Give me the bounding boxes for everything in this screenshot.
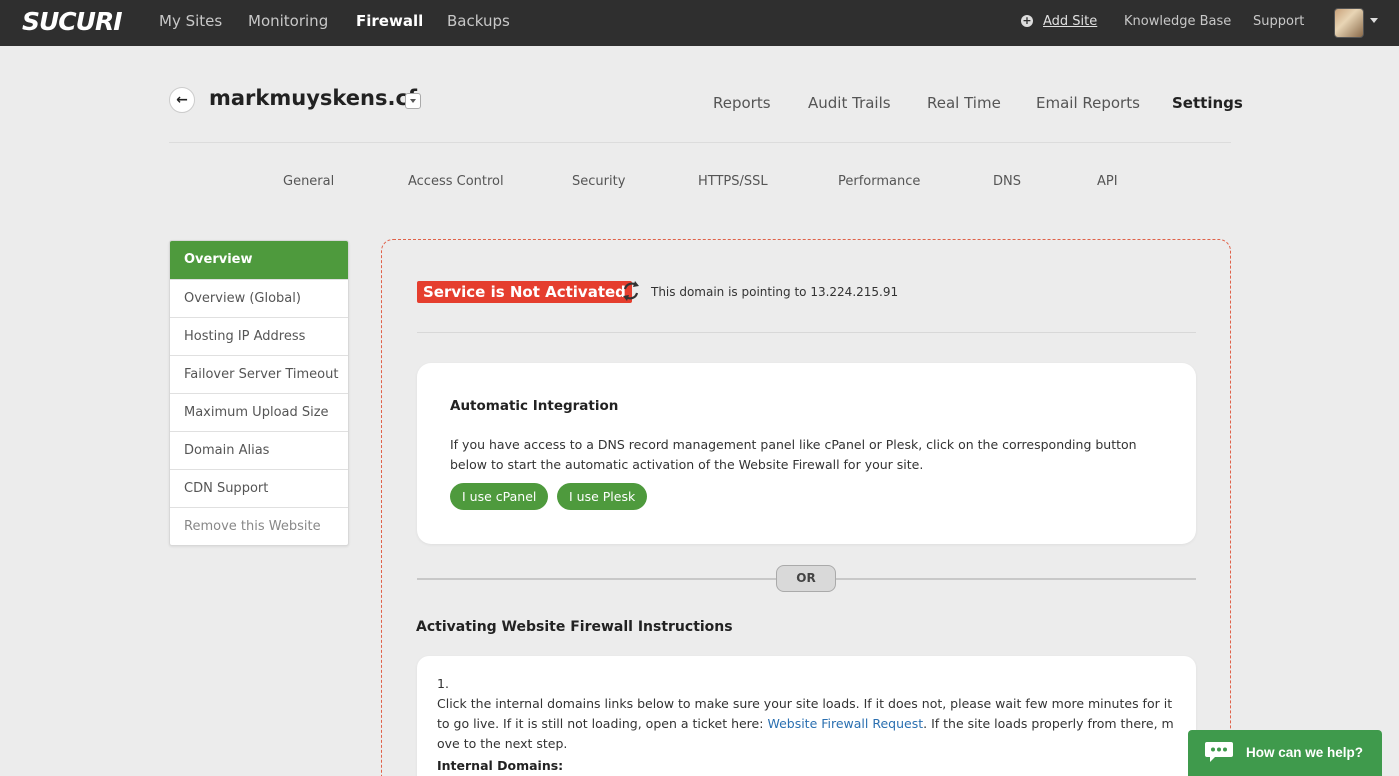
refresh-icon[interactable]: [620, 280, 642, 302]
site-nav-audit-trails[interactable]: Audit Trails: [808, 94, 891, 112]
tab-security[interactable]: Security: [572, 174, 625, 189]
chat-widget-button[interactable]: How can we help?: [1188, 730, 1382, 776]
support-link[interactable]: Support: [1253, 14, 1304, 29]
sucuri-logo[interactable]: SUCURI: [22, 7, 123, 36]
tab-https-ssl[interactable]: HTTPS/SSL: [698, 174, 768, 189]
site-title: markmuyskens.cf: [209, 86, 418, 110]
caret-down-icon[interactable]: [1370, 18, 1378, 23]
sidebar-item-hosting-ip-address[interactable]: Hosting IP Address: [170, 317, 348, 355]
site-nav-settings[interactable]: Settings: [1172, 94, 1243, 112]
sidebar-item-maximum-upload-size[interactable]: Maximum Upload Size: [170, 393, 348, 431]
internal-domains-label: Internal Domains:: [437, 758, 564, 773]
chat-label: How can we help?: [1246, 745, 1364, 760]
site-nav-reports[interactable]: Reports: [713, 94, 771, 112]
tab-performance[interactable]: Performance: [838, 174, 920, 189]
sidebar-item-domain-alias[interactable]: Domain Alias: [170, 431, 348, 469]
sidebar-item-cdn-support[interactable]: CDN Support: [170, 469, 348, 507]
step-number: 1.: [437, 676, 449, 691]
sidebar-item-remove-website[interactable]: Remove this Website: [170, 507, 348, 545]
nav-firewall[interactable]: Firewall: [356, 12, 423, 30]
tab-general[interactable]: General: [283, 174, 334, 189]
back-arrow-icon[interactable]: ←: [169, 87, 195, 113]
site-nav-real-time[interactable]: Real Time: [927, 94, 1001, 112]
nav-monitoring[interactable]: Monitoring: [248, 12, 328, 30]
add-site-link[interactable]: Add Site: [1043, 14, 1097, 29]
dns-pointing-text: This domain is pointing to 13.224.215.91: [651, 285, 899, 299]
site-nav-email-reports[interactable]: Email Reports: [1036, 94, 1140, 112]
automatic-integration-text: If you have access to a DNS record manag…: [450, 437, 1137, 472]
plus-circle-icon[interactable]: +: [1021, 15, 1033, 27]
plesk-button[interactable]: I use Plesk: [557, 483, 648, 510]
tab-api[interactable]: API: [1097, 174, 1118, 189]
automatic-integration-title: Automatic Integration: [450, 398, 619, 414]
cpanel-button[interactable]: I use cPanel: [450, 483, 549, 510]
website-firewall-request-link[interactable]: Website Firewall Request: [767, 716, 923, 731]
tab-dns[interactable]: DNS: [993, 174, 1021, 189]
tab-access-control[interactable]: Access Control: [408, 174, 504, 189]
panel-divider: [417, 332, 1196, 333]
site-dropdown-chevron-icon[interactable]: [405, 93, 421, 109]
status-badge: Service is Not Activated: [417, 281, 632, 303]
step-text: Click the internal domains links below t…: [437, 694, 1177, 754]
or-divider-label: OR: [776, 565, 836, 592]
avatar[interactable]: [1334, 8, 1364, 38]
sidebar-item-overview-global[interactable]: Overview (Global): [170, 279, 348, 317]
nav-my-sites[interactable]: My Sites: [159, 12, 222, 30]
top-navigation-bar: SUCURI My Sites Monitoring Firewall Back…: [0, 0, 1399, 46]
knowledge-base-link[interactable]: Knowledge Base: [1124, 14, 1231, 29]
nav-backups[interactable]: Backups: [447, 12, 510, 30]
instructions-title: Activating Website Firewall Instructions: [416, 619, 733, 635]
settings-sidebar: Overview Overview (Global) Hosting IP Ad…: [169, 240, 349, 546]
chat-bubble-icon: [1205, 742, 1233, 762]
sidebar-item-failover-server-timeout[interactable]: Failover Server Timeout: [170, 355, 348, 393]
sidebar-item-overview[interactable]: Overview: [170, 241, 348, 279]
header-divider: [169, 142, 1231, 143]
